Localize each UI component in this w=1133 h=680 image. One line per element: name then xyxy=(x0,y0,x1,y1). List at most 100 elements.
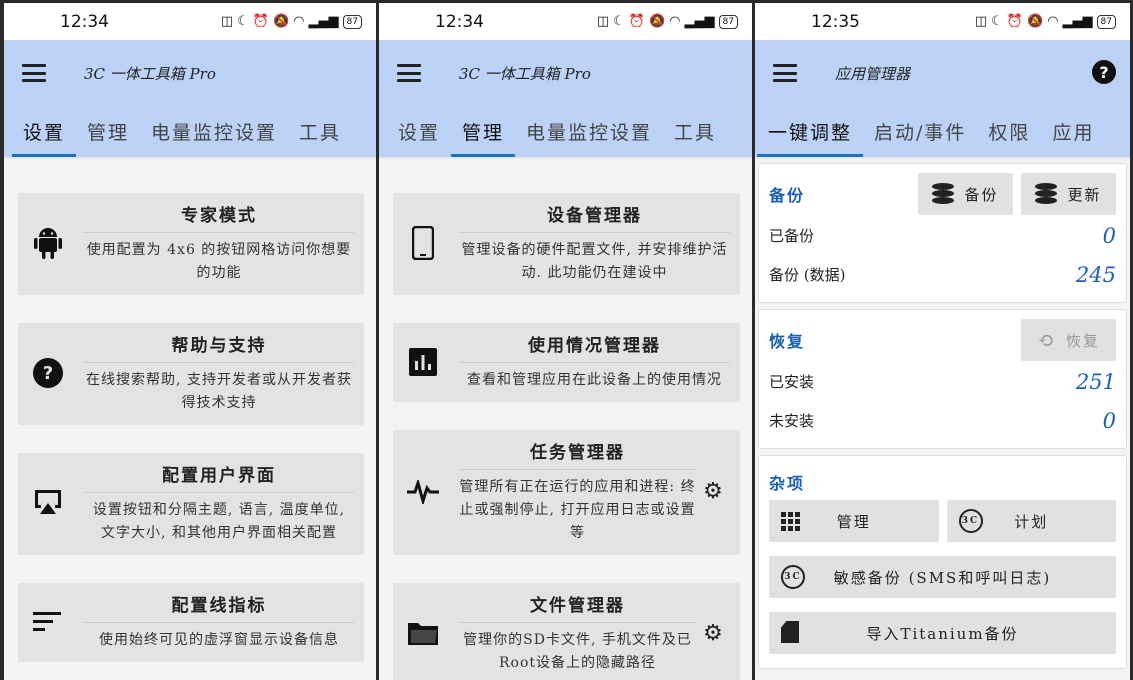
card-line-indicator[interactable]: 配置线指标 使用始终可见的虚浮窗显示设备信息 xyxy=(18,583,364,662)
card-title: 设备管理器 xyxy=(459,201,730,233)
card-help-support[interactable]: ? 帮助与支持 在线搜索帮助, 支持开发者或从开发者获得技术支持 xyxy=(18,323,364,425)
card-description: 设置按钮和分隔主题, 语言, 温度单位, 文字大小, 和其他用户界面相关配置 xyxy=(92,502,346,541)
tab-manage[interactable]: 管理 xyxy=(76,106,140,157)
3c-logo-icon: 3C xyxy=(781,565,805,589)
status-time: 12:34 xyxy=(435,11,484,32)
schedule-button-label: 计划 xyxy=(1014,512,1049,531)
card-description: 使用始终可见的虚浮窗显示设备信息 xyxy=(99,632,339,648)
card-description: 在线搜索帮助, 支持开发者或从开发者获得技术支持 xyxy=(86,372,352,411)
menu-icon[interactable] xyxy=(22,64,46,82)
help-circle-icon: ? xyxy=(28,357,68,389)
sd-card-icon xyxy=(781,621,799,643)
card-title: 配置用户界面 xyxy=(84,461,354,493)
card-description: 查看和管理应用在此设备上的使用情况 xyxy=(467,372,722,388)
moon-icon: ☾ xyxy=(237,14,249,29)
mute-icon: 🔕 xyxy=(273,14,290,29)
row-value: 245 xyxy=(1075,262,1116,287)
row-value: 0 xyxy=(1102,408,1116,433)
menu-icon[interactable] xyxy=(773,64,797,82)
backup-button-label: 备份 xyxy=(964,185,999,204)
status-icons: ◫ ☾ ⏰ 🔕 ◠ ▂▄▆ 87 xyxy=(221,14,362,29)
misc-title: 杂项 xyxy=(769,474,806,493)
card-configure-ui[interactable]: 配置用户界面 设置按钮和分隔主题, 语言, 温度单位, 文字大小, 和其他用户界… xyxy=(18,453,364,555)
alarm-clock-icon: 3C xyxy=(958,509,983,533)
tab-manage[interactable]: 管理 xyxy=(451,106,516,157)
status-icons: ◫ ☾ ⏰ 🔕 ◠ ▂▄▆ 87 xyxy=(597,14,738,29)
svg-text:?: ? xyxy=(43,363,53,384)
gear-icon[interactable]: ⚙ xyxy=(696,479,730,504)
card-title: 任务管理器 xyxy=(459,438,696,470)
card-description: 管理所有正在运行的应用和进程: 终止或强制停止, 打开应用日志或设置等 xyxy=(459,479,696,541)
sensitive-backup-label: 敏感备份 (SMS和呼叫日志) xyxy=(833,568,1052,587)
restore-button-label: 恢复 xyxy=(1065,331,1100,350)
tab-bar: 一键调整 启动/事件 权限 应用 xyxy=(755,106,1130,157)
tab-bar: 设置 管理 电量监控设置 工具 xyxy=(379,106,752,157)
moon-icon: ☾ xyxy=(613,14,625,29)
tab-tools[interactable]: 工具 xyxy=(288,106,352,157)
manage-button[interactable]: 管理 xyxy=(769,500,939,542)
restore-icon: ⟲ xyxy=(1037,328,1056,352)
gear-icon[interactable]: ⚙ xyxy=(696,621,730,646)
backup-button[interactable]: 备份 xyxy=(918,173,1013,215)
card-list: 设备管理器 管理设备的硬件配置文件, 并安排维护活动. 此功能仍在建设中 使用情… xyxy=(379,159,752,680)
card-description: 管理你的SD卡文件, 手机文件及已Root设备上的隐藏路径 xyxy=(463,632,692,671)
wifi-icon: ◠ xyxy=(293,14,305,29)
card-title: 文件管理器 xyxy=(459,591,696,623)
backup-panel: 备份 备份 更新 已备份 0 备份 (数据) 245 xyxy=(758,163,1127,303)
tab-tools[interactable]: 工具 xyxy=(663,106,727,157)
wifi-icon: ◠ xyxy=(1047,14,1059,29)
status-time: 12:34 xyxy=(60,11,109,32)
app-title: 3C 一体工具箱 Pro xyxy=(459,64,591,83)
not-installed-row: 未安装 0 xyxy=(769,401,1116,440)
row-label: 已备份 xyxy=(769,227,815,245)
row-label: 已安装 xyxy=(769,373,815,391)
grid-icon xyxy=(781,512,800,531)
vibrate-icon: ◫ xyxy=(596,14,610,29)
tab-one-click-tune[interactable]: 一键调整 xyxy=(757,106,864,157)
tab-battery-monitor[interactable]: 电量监控设置 xyxy=(515,106,663,157)
backup-data-row: 备份 (数据) 245 xyxy=(769,255,1116,294)
row-value: 0 xyxy=(1102,223,1116,248)
sensitive-backup-button[interactable]: 3C 敏感备份 (SMS和呼叫日志) xyxy=(769,556,1116,598)
app-title: 应用管理器 xyxy=(835,64,911,83)
card-title: 使用情况管理器 xyxy=(459,331,730,363)
tab-apps[interactable]: 应用 xyxy=(1041,106,1105,157)
update-button-label: 更新 xyxy=(1067,185,1102,204)
schedule-button[interactable]: 3C 计划 xyxy=(946,500,1116,542)
card-file-manager[interactable]: 文件管理器 管理你的SD卡文件, 手机文件及已Root设备上的隐藏路径 ⚙ xyxy=(393,583,740,680)
signal-icon: ▂▄▆ xyxy=(1062,14,1093,29)
tab-settings[interactable]: 设置 xyxy=(387,106,451,157)
import-titanium-button[interactable]: 导入Titanium备份 xyxy=(769,612,1116,654)
app-bar: 3C 一体工具箱 Pro xyxy=(4,40,376,106)
airplay-icon xyxy=(28,488,68,518)
card-list: 专家模式 使用配置为 4x6 的按钮网格访问你想要的功能 ? 帮助与支持 在线搜… xyxy=(4,159,376,662)
status-bar: 12:35 ◫ ☾ ⏰ 🔕 ◠ ▂▄▆ 87 xyxy=(755,3,1130,40)
card-expert-mode[interactable]: 专家模式 使用配置为 4x6 的按钮网格访问你想要的功能 xyxy=(18,193,364,295)
manage-button-label: 管理 xyxy=(836,512,871,531)
android-icon xyxy=(28,226,68,260)
signal-icon: ▂▄▆ xyxy=(684,14,715,29)
card-task-manager[interactable]: 任务管理器 管理所有正在运行的应用和进程: 终止或强制停止, 打开应用日志或设置… xyxy=(393,430,740,555)
tab-bar: 设置 管理 电量监控设置 工具 xyxy=(4,106,376,157)
tab-permissions[interactable]: 权限 xyxy=(977,106,1041,157)
row-label: 备份 (数据) xyxy=(769,266,846,284)
vibrate-icon: ◫ xyxy=(974,14,988,29)
status-time: 12:35 xyxy=(811,11,860,32)
restore-button[interactable]: ⟲ 恢复 xyxy=(1021,319,1116,361)
card-title: 配置线指标 xyxy=(84,591,354,623)
alarm-icon: ⏰ xyxy=(628,14,646,29)
tab-battery-monitor[interactable]: 电量监控设置 xyxy=(140,106,288,157)
menu-icon[interactable] xyxy=(397,64,421,82)
alarm-icon: ⏰ xyxy=(1006,14,1024,29)
tab-startup-events[interactable]: 启动/事件 xyxy=(863,106,977,157)
card-device-manager[interactable]: 设备管理器 管理设备的硬件配置文件, 并安排维护活动. 此功能仍在建设中 xyxy=(393,193,740,295)
card-usage-manager[interactable]: 使用情况管理器 查看和管理应用在此设备上的使用情况 xyxy=(393,323,740,402)
status-bar: 12:34 ◫ ☾ ⏰ 🔕 ◠ ▂▄▆ 87 xyxy=(4,3,376,40)
folder-icon xyxy=(403,620,443,646)
help-icon[interactable]: ? xyxy=(1092,60,1116,84)
database-icon xyxy=(932,183,955,205)
backup-title: 备份 xyxy=(769,186,806,205)
tab-settings[interactable]: 设置 xyxy=(12,106,77,157)
battery-icon: 87 xyxy=(718,14,738,29)
update-button[interactable]: 更新 xyxy=(1021,173,1116,215)
